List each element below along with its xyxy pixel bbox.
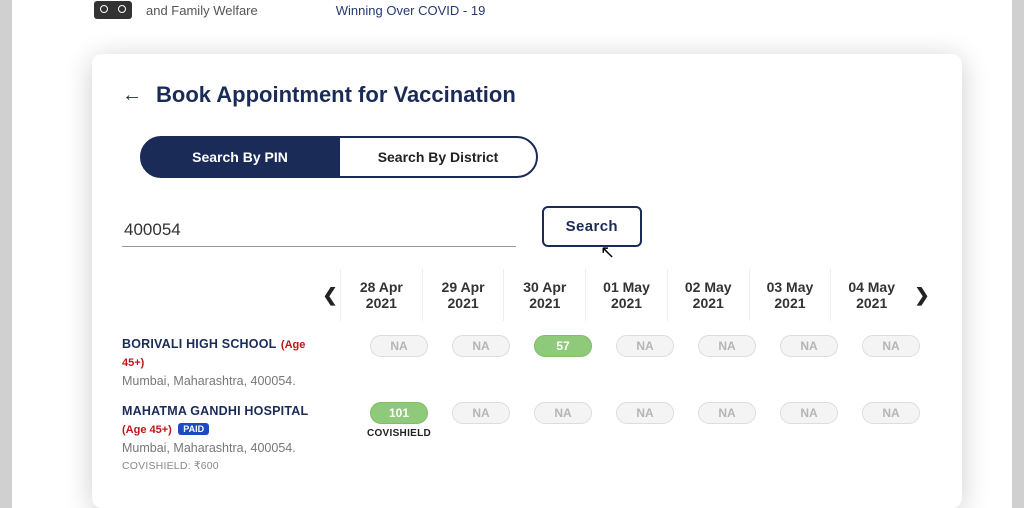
center-row: BORIVALI HIGH SCHOOL (Age 45+)Mumbai, Ma… (122, 335, 932, 388)
slot-na: NA (862, 335, 920, 357)
slot-na: NA (452, 335, 510, 357)
date-header: 03 May2021 (749, 269, 831, 321)
next-dates-button[interactable]: ❯ (912, 285, 932, 306)
age-tag: (Age 45+) (122, 424, 172, 436)
back-arrow-icon[interactable]: ← (122, 84, 142, 107)
search-button[interactable]: Search (542, 206, 642, 247)
slot-na: NA (698, 402, 756, 424)
paid-badge: PAID (178, 423, 209, 435)
slot-na: NA (370, 335, 428, 357)
slot-na: NA (698, 335, 756, 357)
vaccine-label: COVISHIELD (367, 428, 431, 439)
centers-list: BORIVALI HIGH SCHOOL (Age 45+) Mumbai, Ma… (122, 335, 932, 472)
tab-search-by-pin[interactable]: Search By PIN (140, 136, 340, 178)
slot-na: NA (616, 402, 674, 424)
appointment-card: ← Book Appointment for Vaccination Searc… (92, 54, 962, 508)
partial-header: and Family Welfare Winning Over COVID - … (12, 0, 1012, 22)
search-mode-tabs: Search By PIN Search By District (140, 136, 932, 178)
center-price: COVISHIELD: ₹600 (122, 460, 330, 472)
slot-na: NA (616, 335, 674, 357)
date-header: 29 Apr2021 (422, 269, 504, 321)
center-name: BORIVALI HIGH SCHOOL (122, 337, 276, 351)
date-header: 04 May2021 (830, 269, 912, 321)
slot-na: NA (780, 402, 838, 424)
date-header: 28 Apr2021 (340, 269, 422, 321)
date-header: 02 May2021 (667, 269, 749, 321)
slot-available[interactable]: 57 (534, 335, 592, 357)
date-header: 01 May2021 (585, 269, 667, 321)
slot-na: NA (452, 402, 510, 424)
header-hint-2: Winning Over COVID - 19 (336, 3, 486, 18)
page-title: Book Appointment for Vaccination (156, 82, 516, 108)
date-header-row: 28 Apr202129 Apr202130 Apr202101 May2021… (340, 269, 912, 321)
slot-na: NA (534, 402, 592, 424)
header-hint: and Family Welfare (146, 3, 258, 18)
center-address: Mumbai, Maharashtra, 400054. (122, 374, 330, 388)
ministry-logo-icon (94, 1, 132, 19)
date-header: 30 Apr2021 (503, 269, 585, 321)
center-address: Mumbai, Maharashtra, 400054. (122, 441, 330, 455)
slot-available[interactable]: 101 (370, 402, 428, 424)
slot-na: NA (780, 335, 838, 357)
center-row: MAHATMA GANDHI HOSPITAL (Age 45+) PAID Mu… (122, 402, 932, 472)
prev-dates-button[interactable]: ❮ (320, 285, 340, 306)
slot-na: NA (862, 402, 920, 424)
tab-search-by-district[interactable]: Search By District (338, 136, 538, 178)
pin-input[interactable] (122, 214, 516, 247)
center-name: MAHATMA GANDHI HOSPITAL (122, 404, 308, 418)
